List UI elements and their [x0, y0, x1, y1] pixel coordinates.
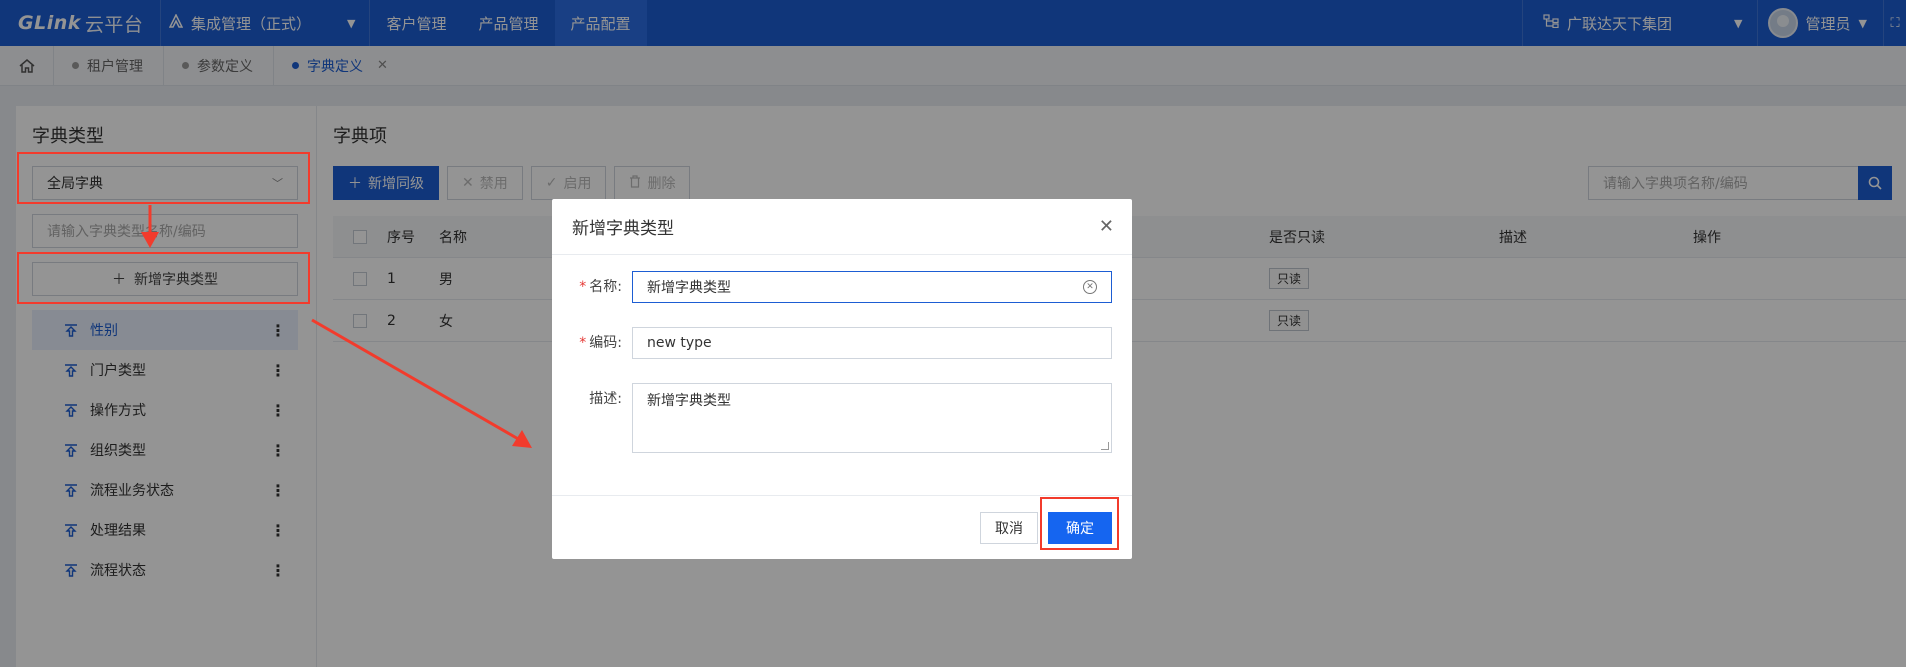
cancel-button[interactable]: 取消 [980, 511, 1038, 544]
name-field[interactable]: 新增字典类型 ✕ [632, 271, 1112, 303]
annotation-box-add-type [17, 252, 310, 304]
name-value: 新增字典类型 [647, 280, 731, 296]
resize-grip-icon[interactable] [1101, 442, 1109, 450]
desc-row: 描述: 新增字典类型 [552, 383, 1112, 453]
description-textarea[interactable]: 新增字典类型 [632, 383, 1112, 453]
code-label: * 编码: [579, 335, 622, 351]
code-row: * 编码: new type [552, 327, 1112, 359]
desc-value: 新增字典类型 [647, 393, 731, 409]
desc-label: 描述: [589, 391, 622, 407]
name-row: * 名称: 新增字典类型 ✕ [552, 271, 1112, 303]
dialog-header: 新增字典类型 ✕ [552, 199, 1132, 255]
name-label: * 名称: [579, 279, 622, 295]
clear-icon[interactable]: ✕ [1083, 280, 1097, 294]
dialog-title: 新增字典类型 [572, 219, 674, 239]
code-value: new type [647, 335, 712, 351]
close-icon[interactable]: ✕ [1099, 216, 1114, 237]
annotation-box-select [17, 152, 310, 204]
code-field[interactable]: new type [632, 327, 1112, 359]
annotation-box-confirm [1040, 497, 1119, 550]
